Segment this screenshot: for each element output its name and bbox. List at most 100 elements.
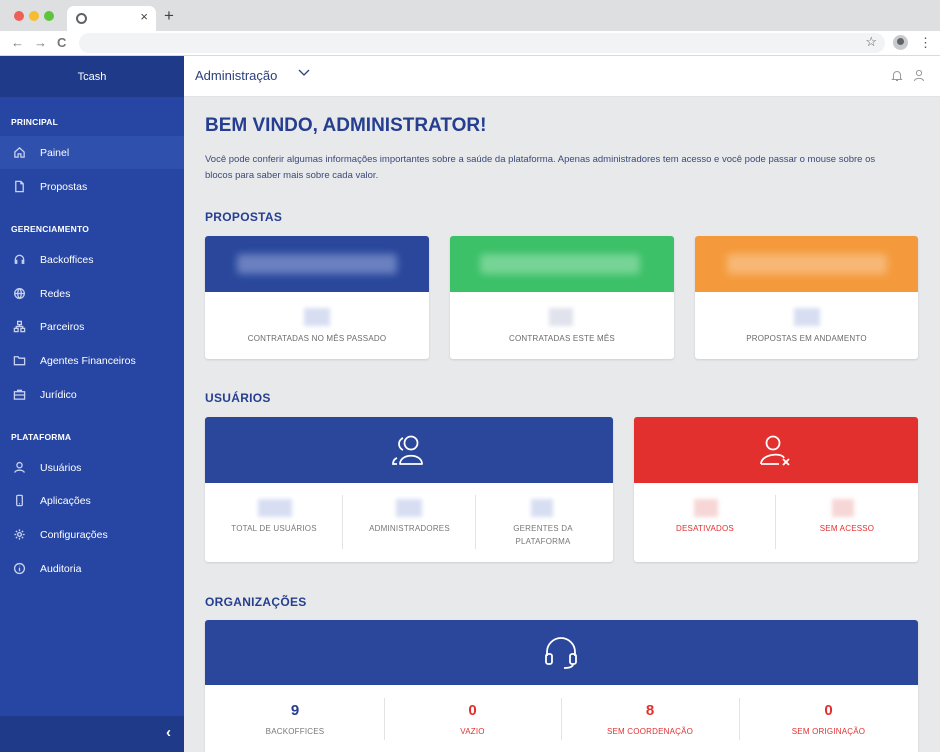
card-propostas-em-andamento[interactable]: PROPOSTAS EM ANDAMENTO <box>695 236 918 359</box>
sidebar-item-painel[interactable]: Painel <box>0 136 184 169</box>
stat-label: ADMINISTRADORES <box>369 524 450 533</box>
hierarchy-icon <box>12 320 26 334</box>
sidebar-item-propostas[interactable]: Propostas <box>0 170 184 203</box>
address-bar[interactable]: ☆ <box>79 33 885 53</box>
sidebar-collapse-button[interactable]: ‹ <box>0 716 184 752</box>
sidebar-item-label: Auditoria <box>40 562 82 575</box>
top-header: Administração <box>184 56 940 97</box>
blurred-value <box>396 499 422 517</box>
card-contratadas-este-mes[interactable]: CONTRATADAS ESTE MÊS <box>450 236 674 359</box>
window-minimize-button[interactable] <box>29 11 39 21</box>
sidebar-item-auditoria[interactable]: Auditoria <box>0 552 184 585</box>
sidebar-item-agentes-financeiros[interactable]: Agentes Financeiros <box>0 344 184 377</box>
browser-menu-icon[interactable]: ⋮ <box>919 35 932 50</box>
org-stat-value: 0 <box>468 702 477 719</box>
bell-icon[interactable] <box>891 69 903 82</box>
intro-text: Você pode conferir algumas informações i… <box>205 154 876 181</box>
sidebar-section-gerenciamento: GERENCIAMENTO <box>11 224 90 234</box>
org-stat-label: SEM ORIGINAÇÃO <box>791 727 866 736</box>
profile-avatar-icon[interactable] <box>893 35 908 50</box>
sidebar-item-usuarios[interactable]: Usuários <box>0 451 184 484</box>
card-header <box>450 236 674 292</box>
headset-icon <box>12 253 26 267</box>
stat-label: GERENTES DA PLATAFORMA <box>513 524 573 546</box>
sidebar-item-parceiros[interactable]: Parceiros <box>0 310 184 343</box>
user-icon[interactable] <box>913 69 925 82</box>
sidebar-item-label: Configurações <box>40 528 108 541</box>
blurred-value <box>694 499 718 517</box>
bookmark-star-icon[interactable]: ☆ <box>865 34 877 50</box>
user-x-icon <box>760 435 790 466</box>
users-icon <box>392 435 423 465</box>
chevron-down-icon[interactable] <box>298 69 310 77</box>
sidebar-item-backoffices[interactable]: Backoffices <box>0 243 184 276</box>
card-label: CONTRATADAS NO MÊS PASSADO <box>247 334 387 343</box>
new-tab-button[interactable]: + <box>164 7 174 24</box>
divider <box>475 495 476 549</box>
window-close-button[interactable] <box>14 11 24 21</box>
sidebar-item-label: Propostas <box>40 180 88 193</box>
card-header <box>695 236 918 292</box>
user-icon <box>12 461 26 475</box>
sidebar-item-label: Redes <box>40 287 71 300</box>
blurred-value <box>258 499 292 517</box>
page-title: BEM VINDO, ADMINISTRATOR! <box>205 115 487 136</box>
stat-label: TOTAL DE USUÁRIOS <box>231 524 317 533</box>
chrome-icon <box>76 13 87 24</box>
org-stat-value: 0 <box>824 702 833 719</box>
card-header <box>205 620 918 685</box>
globe-icon <box>12 287 26 301</box>
sidebar-item-redes[interactable]: Redes <box>0 277 184 310</box>
blurred-value <box>237 254 397 274</box>
briefcase-icon <box>12 388 26 402</box>
chevron-left-icon: ‹ <box>166 724 171 741</box>
back-button[interactable]: ← <box>11 35 24 51</box>
blurred-value <box>531 499 553 517</box>
folder-icon <box>12 354 26 368</box>
sidebar-item-label: Backoffices <box>40 253 94 266</box>
card-header <box>205 236 429 292</box>
card-usuarios-inativos[interactable]: DESATIVADOS SEM ACESSO <box>634 417 918 562</box>
browser-tab[interactable]: × <box>67 6 156 31</box>
home-icon <box>12 146 26 160</box>
headset-icon <box>545 637 577 669</box>
reload-button[interactable]: C <box>57 35 66 51</box>
main-content: BEM VINDO, ADMINISTRATOR! Você pode conf… <box>184 97 940 752</box>
card-organizacoes[interactable]: 9 BACKOFFICES 0 VAZIO 8 SEM COORDENAÇÃO 0 SEM O… <box>205 620 918 752</box>
sidebar: Tcash PRINCIPAL Painel Propostas GERENCI… <box>0 56 184 752</box>
blurred-value <box>794 308 820 326</box>
browser-toolbar: ← → C ☆ ⋮ <box>0 31 940 56</box>
divider <box>384 698 385 740</box>
blurred-value <box>832 499 854 517</box>
sidebar-item-label: Painel <box>40 146 70 159</box>
header-title[interactable]: Administração <box>195 68 277 83</box>
card-header <box>205 417 613 483</box>
sidebar-section-principal: PRINCIPAL <box>11 117 58 127</box>
mobile-icon <box>12 494 26 508</box>
sidebar-item-label: Parceiros <box>40 320 85 333</box>
card-label: PROPOSTAS EM ANDAMENTO <box>746 334 867 343</box>
card-usuarios-ativos[interactable]: TOTAL DE USUÁRIOS ADMINISTRADORES GERENT… <box>205 417 613 562</box>
sidebar-item-aplicacoes[interactable]: Aplicações <box>0 484 184 517</box>
blurred-value <box>304 308 330 326</box>
browser-tabstrip: × + <box>0 0 940 31</box>
card-header <box>634 417 918 483</box>
sidebar-section-plataforma: PLATAFORMA <box>11 432 72 442</box>
forward-button[interactable]: → <box>34 35 47 51</box>
sidebar-item-label: Aplicações <box>40 494 91 507</box>
tab-close-icon[interactable]: × <box>140 9 148 24</box>
section-heading-propostas: PROPOSTAS <box>205 210 283 224</box>
brand-name: Tcash <box>0 56 184 97</box>
section-heading-organizacoes: ORGANIZAÇÕES <box>205 595 307 609</box>
sidebar-item-configuracoes[interactable]: Configurações <box>0 518 184 551</box>
stat-label: SEM ACESSO <box>819 524 875 533</box>
card-contratadas-mes-passado[interactable]: CONTRATADAS NO MÊS PASSADO <box>205 236 429 359</box>
org-stat-label: BACKOFFICES <box>265 727 325 736</box>
sidebar-item-juridico[interactable]: Jurídico <box>0 378 184 411</box>
window-maximize-button[interactable] <box>44 11 54 21</box>
gear-icon <box>12 528 26 542</box>
sidebar-item-label: Agentes Financeiros <box>40 354 136 367</box>
org-stat-label: VAZIO <box>460 727 485 736</box>
sidebar-item-label: Usuários <box>40 461 82 474</box>
org-stat-value: 8 <box>645 702 655 719</box>
